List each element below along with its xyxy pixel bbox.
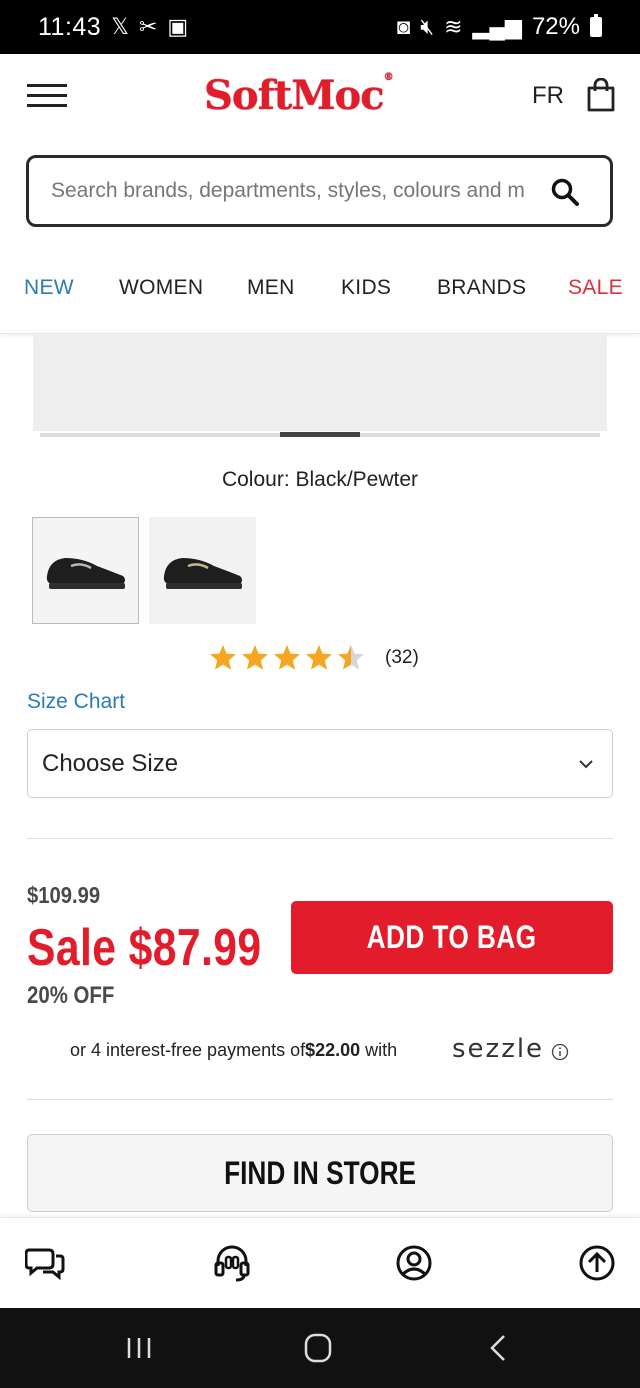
product-rating[interactable]: (32) xyxy=(209,644,419,672)
site-header: SoftMoc® FR xyxy=(0,54,640,138)
search-input[interactable] xyxy=(51,179,531,203)
hamburger-menu-icon[interactable] xyxy=(27,84,67,112)
status-bar: 11:43 𝕏 ✂ ▣ ◙ 🔇︎ ≋ ▂▄▆ 72% xyxy=(0,0,640,54)
shopping-bag-icon[interactable] xyxy=(587,78,615,112)
star-icon xyxy=(274,645,300,670)
nav-item-women[interactable]: WOMEN xyxy=(119,276,203,300)
category-nav: NEW WOMEN MEN KIDS BRANDS SALE xyxy=(0,260,640,334)
colour-swatch[interactable] xyxy=(149,517,256,624)
sezzle-logo[interactable]: sezzle xyxy=(452,1034,544,1064)
sezzle-installments: or 4 interest-free payments of $22.00 wi… xyxy=(70,1034,590,1064)
sezzle-text-suffix: with xyxy=(360,1040,398,1060)
colour-swatch-selected[interactable] xyxy=(32,517,139,624)
status-time: 11:43 xyxy=(38,12,102,41)
info-icon[interactable] xyxy=(551,1043,569,1061)
size-select[interactable]: Choose Size xyxy=(27,729,613,798)
star-icon xyxy=(338,645,364,670)
gallery-icon: ▣ xyxy=(167,14,189,39)
nav-item-kids[interactable]: KIDS xyxy=(341,276,391,300)
back-icon[interactable] xyxy=(478,1330,518,1366)
language-toggle[interactable]: FR xyxy=(532,82,564,110)
star-icon xyxy=(210,645,236,670)
nav-item-sale[interactable]: SALE xyxy=(568,276,623,300)
battery-icon xyxy=(590,14,602,37)
nav-item-brands[interactable]: BRANDS xyxy=(437,276,526,300)
sale-price: Sale $87.99 xyxy=(27,919,262,977)
review-count[interactable]: (32) xyxy=(385,647,419,669)
search-icon[interactable] xyxy=(550,177,580,207)
product-image-carousel[interactable] xyxy=(33,335,607,431)
missed-call-icon: ✂ xyxy=(138,14,158,39)
divider xyxy=(27,838,613,839)
divider xyxy=(27,1099,613,1100)
star-icon xyxy=(306,645,332,670)
loafer-thumbnail-icon xyxy=(46,557,125,589)
headset-icon[interactable] xyxy=(212,1244,252,1282)
alarm-icon: ◙ xyxy=(396,14,411,39)
wifi-icon: ≋ xyxy=(444,14,463,39)
find-in-store-label: FIND IN STORE xyxy=(224,1154,416,1191)
system-navigation-bar xyxy=(0,1308,640,1388)
sezzle-text-prefix: or 4 interest-free payments of xyxy=(70,1040,306,1060)
carousel-scroll-thumb[interactable] xyxy=(280,432,360,437)
bottom-toolbar xyxy=(0,1217,640,1308)
battery-percent: 72% xyxy=(531,13,580,40)
star-icon xyxy=(242,645,268,670)
signal-icon: ▂▄▆ xyxy=(472,14,522,39)
size-select-value: Choose Size xyxy=(42,749,179,777)
recent-apps-icon[interactable] xyxy=(119,1330,159,1366)
mute-icon: 🔇︎ xyxy=(420,14,435,39)
home-icon[interactable] xyxy=(298,1330,338,1366)
chat-icon[interactable] xyxy=(25,1244,65,1282)
nav-item-men[interactable]: MEN xyxy=(247,276,295,300)
size-chart-link[interactable]: Size Chart xyxy=(27,690,125,714)
original-price: $109.99 xyxy=(27,882,101,908)
add-to-bag-button[interactable]: ADD TO BAG xyxy=(291,901,613,974)
nav-item-new[interactable]: NEW xyxy=(24,276,74,300)
scroll-top-icon[interactable] xyxy=(577,1244,617,1282)
chevron-down-icon xyxy=(579,760,593,769)
colour-label: Colour: Black/Pewter xyxy=(221,468,419,491)
logo-text: SoftMoc xyxy=(204,72,385,119)
find-in-store-button[interactable]: FIND IN STORE xyxy=(27,1134,613,1212)
sezzle-amount: $22.00 xyxy=(305,1040,361,1060)
x-app-icon: 𝕏 xyxy=(111,14,129,39)
rating-stars xyxy=(209,644,365,672)
discount-badge: 20% OFF xyxy=(27,982,115,1009)
softmoc-logo[interactable]: SoftMoc® xyxy=(204,72,394,119)
loafer-thumbnail-icon xyxy=(163,557,242,589)
search-bar xyxy=(26,155,613,227)
add-to-bag-label: ADD TO BAG xyxy=(367,919,537,955)
account-icon[interactable] xyxy=(394,1244,434,1282)
